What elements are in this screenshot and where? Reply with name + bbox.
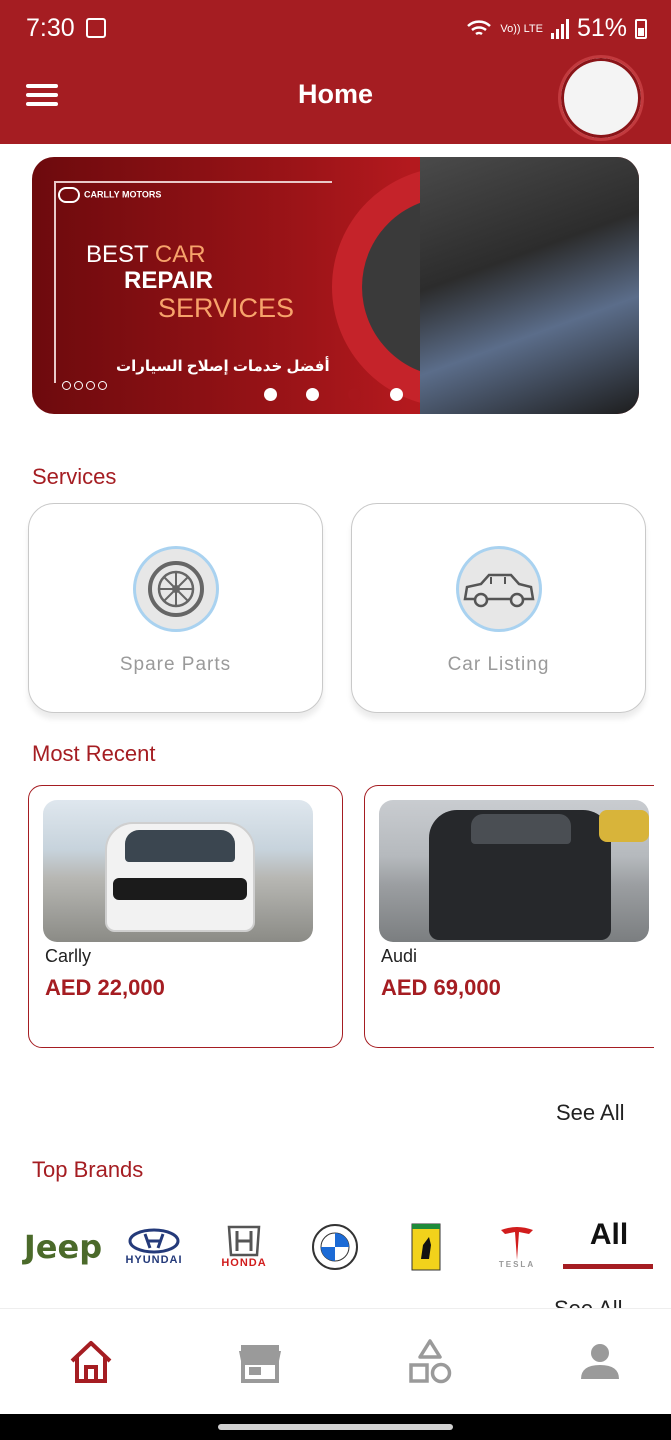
system-navigation-bar [0, 1414, 671, 1440]
most-recent-title: Most Recent [32, 741, 156, 766]
listing-name: Audi [381, 946, 418, 966]
banner-line-2: REPAIR [124, 267, 213, 294]
bottom-navigation [0, 1308, 671, 1414]
brand-hyundai-label: HYUNDAI [125, 1254, 183, 1266]
nav-home[interactable] [66, 1337, 116, 1387]
carousel-dot[interactable] [264, 388, 277, 401]
honda-logo-icon [227, 1225, 261, 1257]
listing-price: AED 69,000 [381, 975, 501, 1000]
social-icons [62, 381, 107, 390]
top-brands-title: Top Brands [32, 1157, 144, 1182]
profile-avatar[interactable] [558, 55, 644, 141]
battery-icon [635, 18, 647, 39]
listing-price: AED 22,000 [45, 975, 165, 1000]
brand-honda-label: HONDA [221, 1257, 267, 1269]
app-bar: 7:30 Vo)) LTE 51% Home [0, 0, 671, 144]
see-all-brands-link[interactable]: See All [554, 1296, 623, 1308]
car-listing-card[interactable]: Car Listing [351, 503, 646, 713]
listing-name: Carlly [45, 946, 92, 966]
carousel-dot-active[interactable] [348, 388, 361, 401]
profile-icon [581, 1344, 619, 1379]
status-time: 7:30 [26, 14, 75, 42]
spare-parts-label: Spare Parts [119, 654, 232, 675]
nav-store[interactable] [235, 1337, 285, 1387]
banner-line-1: BEST CAR [86, 241, 206, 268]
brand-tab-all[interactable]: All [564, 1218, 654, 1252]
car-icon [456, 546, 542, 632]
signal-icon [550, 18, 569, 39]
mechanic-photo [420, 157, 639, 414]
store-icon [239, 1345, 281, 1383]
car-photo [43, 800, 313, 942]
promo-banner[interactable]: CARLLY MOTORS BEST CAR REPAIR SERVICES أ… [32, 157, 639, 414]
listing-card[interactable]: Audi AED 69,000 [364, 785, 654, 1048]
brand-jeep[interactable]: Jeep [18, 1210, 108, 1284]
network-label: Vo)) LTE [500, 22, 543, 35]
spare-parts-card[interactable]: Spare Parts [28, 503, 323, 713]
brand-tesla[interactable]: TESLA [492, 1210, 542, 1284]
nav-profile[interactable] [575, 1337, 625, 1387]
brand-tesla-label: TESLA [498, 1259, 536, 1269]
bmw-logo-icon [312, 1224, 358, 1270]
home-icon [70, 1341, 112, 1383]
gallery-notification-icon [86, 18, 106, 38]
nav-categories[interactable] [405, 1337, 455, 1387]
banner-line-3: SERVICES [158, 293, 295, 323]
hyundai-logo-icon [128, 1228, 180, 1254]
car-listing-label: Car Listing [447, 654, 550, 675]
status-bar: 7:30 Vo)) LTE 51% [0, 0, 671, 58]
see-all-recent-link[interactable]: See All [556, 1100, 625, 1126]
tire-icon [133, 546, 219, 632]
services-title: Services [32, 464, 117, 489]
banner-logo: CARLLY MOTORS [58, 187, 161, 203]
carousel-dot[interactable] [306, 388, 319, 401]
ferrari-logo-icon [411, 1223, 441, 1271]
tesla-logo-icon [501, 1226, 533, 1260]
gesture-handle[interactable] [218, 1424, 453, 1430]
car-photo [379, 800, 649, 942]
banner-arabic-text: أفضل خدمات إصلاح السيارات [116, 358, 330, 375]
wifi-icon [467, 19, 492, 35]
brand-honda[interactable]: HONDA [210, 1210, 278, 1284]
brand-bmw[interactable] [308, 1210, 362, 1284]
battery-percent: 51% [576, 14, 627, 42]
brand-hyundai[interactable]: HYUNDAI [118, 1210, 190, 1284]
listing-card[interactable]: Carlly AED 22,000 [28, 785, 343, 1048]
status-right: Vo)) LTE 51% [466, 14, 647, 43]
brand-ferrari[interactable] [404, 1210, 448, 1284]
carousel-dot[interactable] [390, 388, 403, 401]
carousel-dots[interactable] [264, 388, 403, 401]
brand-tab-indicator [563, 1264, 653, 1269]
categories-icon [409, 1339, 452, 1384]
